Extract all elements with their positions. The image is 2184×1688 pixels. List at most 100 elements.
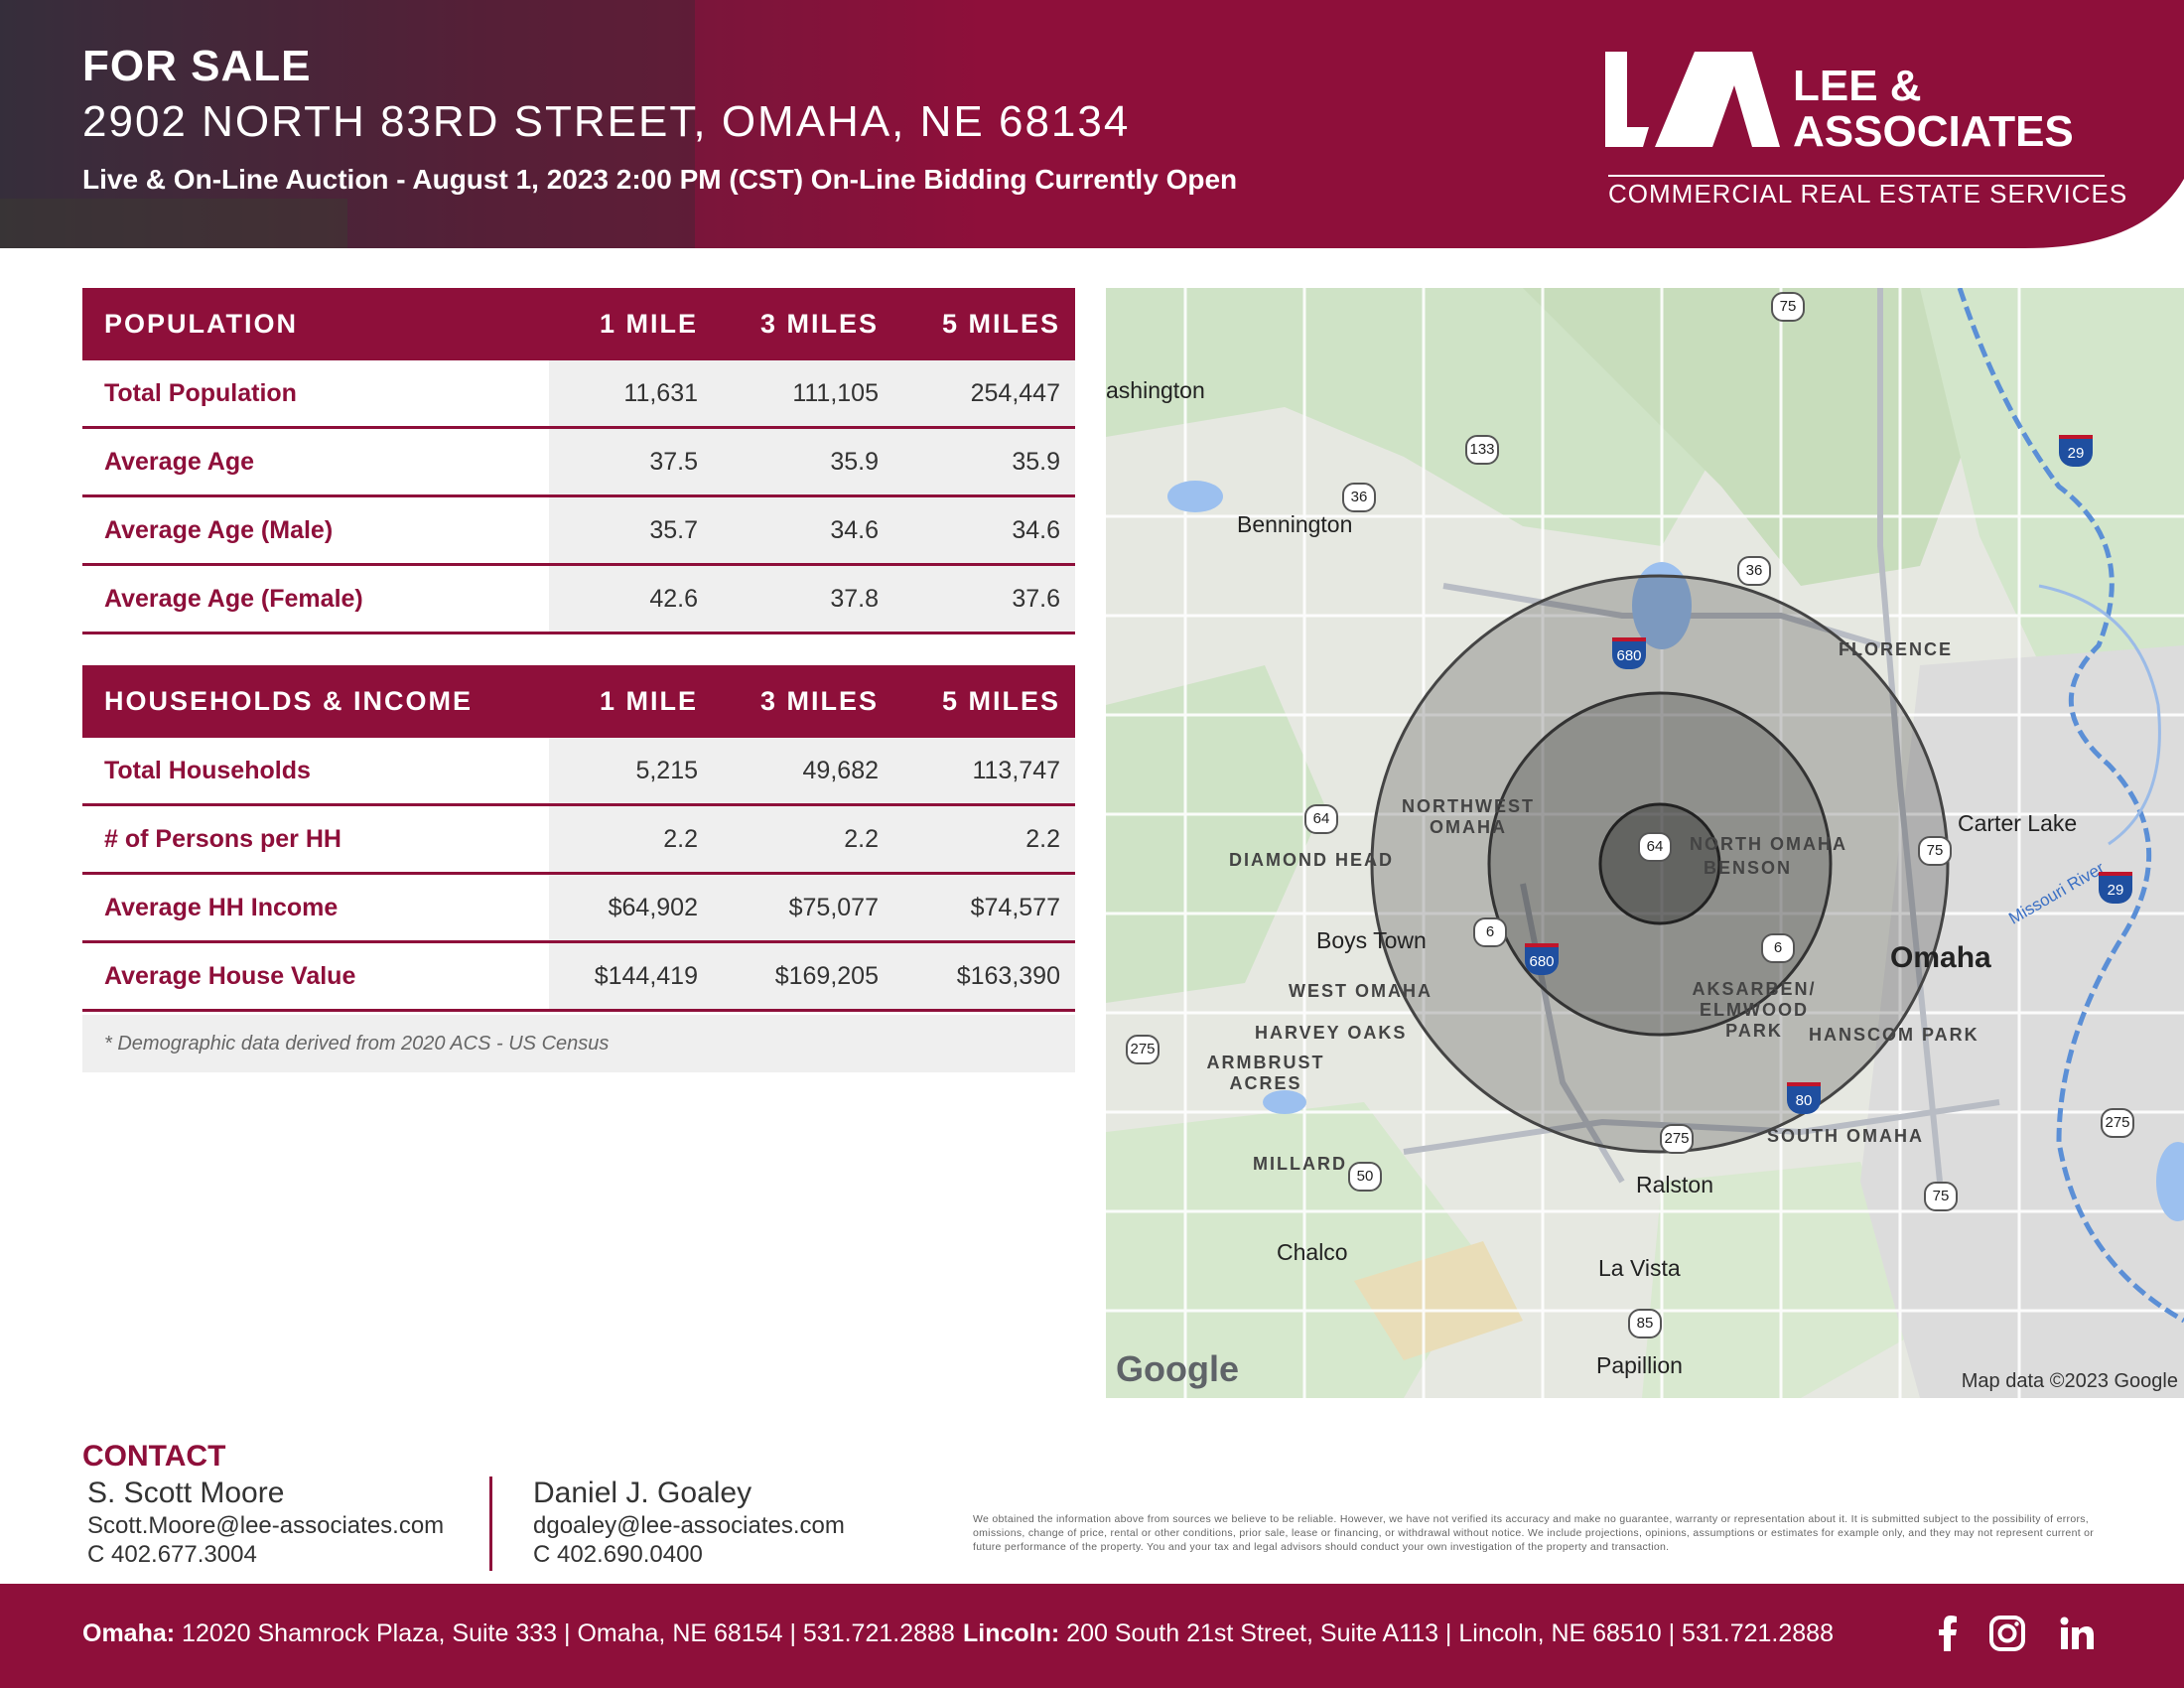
table-row: Average House Value $144,419 $169,205 $1… (82, 943, 1075, 1012)
interstate-shield-icon: 80 (1787, 1082, 1821, 1114)
map-place-label: La Vista (1598, 1255, 1681, 1281)
route-shield-icon: 64 (1638, 832, 1672, 862)
route-shield-icon: 275 (1126, 1035, 1160, 1064)
cell-value: $74,577 (970, 894, 1060, 921)
map-area-label: MILLARD (1253, 1154, 1347, 1174)
route-shield-icon: 36 (1737, 556, 1771, 586)
census-note: * Demographic data derived from 2020 ACS… (82, 1015, 1075, 1072)
cell-value: 2.2 (844, 825, 879, 853)
cell-value: 11,631 (623, 379, 698, 407)
col-1-mile: 1 MILE (599, 309, 698, 339)
population-header-row: POPULATION 1 MILE 3 MILES 5 MILES (82, 288, 1075, 360)
route-shield-icon: 36 (1342, 483, 1376, 512)
col-3-miles: 3 MILES (759, 309, 879, 339)
col-1-mile: 1 MILE (599, 686, 698, 716)
map-place-label: Boys Town (1316, 927, 1427, 953)
map-attribution: Map data ©2023 Google (1961, 1370, 2178, 1392)
cell-value: $75,077 (788, 894, 879, 921)
cell-value: $169,205 (774, 962, 879, 990)
map-area-label: ARMBRUST ACRES (1206, 1053, 1325, 1093)
map-place-label: Papillion (1596, 1352, 1683, 1378)
route-shield-icon: 85 (1628, 1309, 1662, 1338)
map-place-label: ashington (1106, 377, 1205, 403)
cell-value: 37.6 (1012, 585, 1060, 613)
table-row: Average HH Income $64,902 $75,077 $74,57… (82, 875, 1075, 943)
lincoln-address: 200 South 21st Street, Suite A113 | Linc… (1066, 1619, 1834, 1647)
map-area-label: NORTH OMAHA (1690, 834, 1847, 854)
cell-value: 113,747 (972, 757, 1060, 784)
col-5-miles: 5 MILES (941, 309, 1060, 339)
contact-email-link[interactable]: Scott.Moore@lee-associates.com (87, 1512, 444, 1540)
header-banner: FOR SALE 2902 NORTH 83RD STREET, OMAHA, … (0, 0, 2184, 248)
col-3-miles: 3 MILES (759, 686, 879, 716)
row-label: Average Age (104, 448, 254, 476)
instagram-icon[interactable] (1987, 1614, 2027, 1653)
map-area-label: FLORENCE (1839, 639, 1953, 659)
map-area-label: SOUTH OMAHA (1767, 1126, 1924, 1146)
row-values: 5,215 49,682 113,747 (549, 738, 1075, 803)
route-shield-icon: 6 (1761, 933, 1795, 963)
table-row: Average Age (Female) 42.6 37.8 37.6 (82, 566, 1075, 634)
map-area-label: HANSCOM PARK (1809, 1025, 1979, 1045)
interstate-shield-icon: 29 (2099, 872, 2132, 904)
route-shield-icon: 64 (1304, 804, 1338, 834)
cell-value: 254,447 (970, 379, 1060, 407)
row-values: 11,631 111,105 254,447 (549, 360, 1075, 426)
linkedin-icon[interactable] (2057, 1614, 2097, 1653)
row-values: 2.2 2.2 2.2 (549, 806, 1075, 872)
row-label: Total Population (104, 379, 297, 407)
footer-bar: Omaha: 12020 Shamrock Plaza, Suite 333 |… (0, 1584, 2184, 1688)
table-row: Total Population 11,631 111,105 254,447 (82, 360, 1075, 429)
cell-value: 37.8 (830, 585, 879, 613)
households-heading: HOUSEHOLDS & INCOME (104, 686, 474, 716)
legal-disclaimer: We obtained the information above from s… (973, 1513, 2095, 1553)
census-note-text: * Demographic data derived from 2020 ACS… (104, 1033, 610, 1055)
route-shield-icon: 275 (2101, 1108, 2134, 1138)
interstate-shield-icon: 29 (2059, 435, 2093, 467)
contact-name: S. Scott Moore (87, 1477, 285, 1509)
route-shield-icon: 75 (1924, 1182, 1958, 1211)
page-title: FOR SALE (82, 42, 312, 90)
map-place-label: Carter Lake (1958, 810, 2078, 836)
omaha-address: 12020 Shamrock Plaza, Suite 333 | Omaha,… (182, 1619, 955, 1647)
map-city-label: Omaha (1890, 941, 1991, 974)
map-place-label: Ralston (1636, 1172, 1713, 1197)
map-area-label: HARVEY OAKS (1255, 1023, 1408, 1043)
row-label: Average House Value (104, 962, 356, 990)
cell-value: 2.2 (663, 825, 698, 853)
radius-map[interactable]: ashington Bennington FLORENCE NORTHWEST … (1106, 288, 2184, 1398)
map-area-label: WEST OMAHA (1289, 981, 1433, 1001)
row-values: 35.7 34.6 34.6 (549, 497, 1075, 563)
contact-divider (489, 1477, 492, 1571)
route-shield-icon: 275 (1660, 1124, 1694, 1154)
lee-associates-logo-icon (1605, 52, 1780, 147)
row-values: 42.6 37.8 37.6 (549, 566, 1075, 632)
cell-value: 42.6 (649, 585, 698, 613)
cell-value: $163,390 (956, 962, 1060, 990)
cell-value: 34.6 (830, 516, 879, 544)
route-shield-icon: 50 (1348, 1162, 1382, 1192)
map-area-label: NORTHWEST OMAHA (1402, 796, 1535, 837)
map-place-label: Chalco (1277, 1239, 1348, 1265)
facebook-icon[interactable] (1928, 1614, 1968, 1653)
cell-value: 5,215 (635, 757, 698, 784)
cell-value: 35.9 (1012, 448, 1060, 476)
logo-text-line1: LEE & (1793, 62, 1922, 110)
table-row: Average Age 37.5 35.9 35.9 (82, 429, 1075, 497)
logo-divider (1608, 175, 2105, 177)
contact-name: Daniel J. Goaley (533, 1477, 752, 1509)
row-label: # of Persons per HH (104, 825, 341, 853)
omaha-office: Omaha: 12020 Shamrock Plaza, Suite 333 |… (82, 1619, 955, 1648)
population-heading: POPULATION (104, 309, 298, 339)
row-values: $64,902 $75,077 $74,577 (549, 875, 1075, 940)
interstate-shield-icon: 680 (1525, 943, 1559, 975)
cell-value: 35.7 (649, 516, 698, 544)
auction-subtitle: Live & On-Line Auction - August 1, 2023 … (82, 164, 1238, 195)
map-area-label: BENSON (1704, 858, 1793, 878)
col-5-miles: 5 MILES (941, 686, 1060, 716)
property-address: 2902 NORTH 83RD STREET, OMAHA, NE 68134 (82, 97, 1131, 146)
row-label: Average HH Income (104, 894, 339, 921)
cell-value: 35.9 (830, 448, 879, 476)
contact-email-link[interactable]: dgoaley@lee-associates.com (533, 1512, 845, 1540)
route-shield-icon: 6 (1473, 917, 1507, 947)
